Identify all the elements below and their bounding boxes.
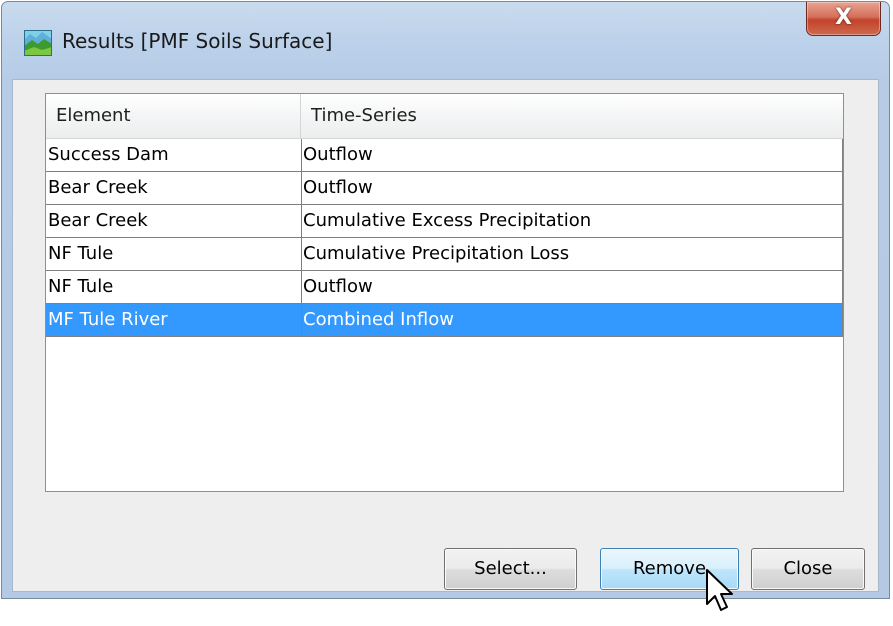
cell-time-series[interactable]: Combined Inflow	[302, 304, 843, 337]
table-row[interactable]: NF Tule Cumulative Precipitation Loss	[46, 238, 843, 271]
cell-element[interactable]: MF Tule River	[46, 304, 302, 337]
cell-time-series[interactable]: Cumulative Excess Precipitation	[302, 205, 843, 238]
column-header-time-series[interactable]: Time-Series	[301, 94, 843, 138]
cell-element[interactable]: Bear Creek	[46, 205, 302, 238]
column-header-element[interactable]: Element	[46, 94, 301, 138]
cell-element[interactable]: NF Tule	[46, 238, 302, 271]
cell-time-series[interactable]: Cumulative Precipitation Loss	[302, 238, 843, 271]
title-bar[interactable]: Results [PMF Soils Surface] X	[2, 2, 889, 80]
table-header: Element Time-Series	[46, 94, 843, 139]
table-row[interactable]: Bear Creek Cumulative Excess Precipitati…	[46, 205, 843, 238]
cell-element[interactable]: Bear Creek	[46, 172, 302, 205]
mouse-pointer-icon	[705, 568, 739, 622]
landscape-map-icon	[24, 30, 52, 56]
cell-time-series[interactable]: Outflow	[302, 271, 843, 304]
table-row[interactable]: Success Dam Outflow	[46, 139, 843, 172]
window-close-button[interactable]: X	[806, 2, 881, 36]
cell-time-series[interactable]: Outflow	[302, 139, 843, 172]
table-row[interactable]: NF Tule Outflow	[46, 271, 843, 304]
table-row[interactable]: Bear Creek Outflow	[46, 172, 843, 205]
close-icon: X	[835, 5, 852, 30]
results-table[interactable]: Element Time-Series Success Dam Outflow …	[45, 93, 844, 492]
results-dialog: Results [PMF Soils Surface] X Element Ti…	[1, 1, 890, 611]
table-row-selected[interactable]: MF Tule River Combined Inflow	[46, 304, 843, 337]
window-title: Results [PMF Soils Surface]	[62, 29, 333, 53]
close-button[interactable]: Close	[751, 548, 865, 590]
cell-element[interactable]: Success Dam	[46, 139, 302, 172]
dialog-content: Element Time-Series Success Dam Outflow …	[12, 79, 879, 611]
select-button[interactable]: Select...	[444, 548, 577, 590]
cell-time-series[interactable]: Outflow	[302, 172, 843, 205]
cell-element[interactable]: NF Tule	[46, 271, 302, 304]
